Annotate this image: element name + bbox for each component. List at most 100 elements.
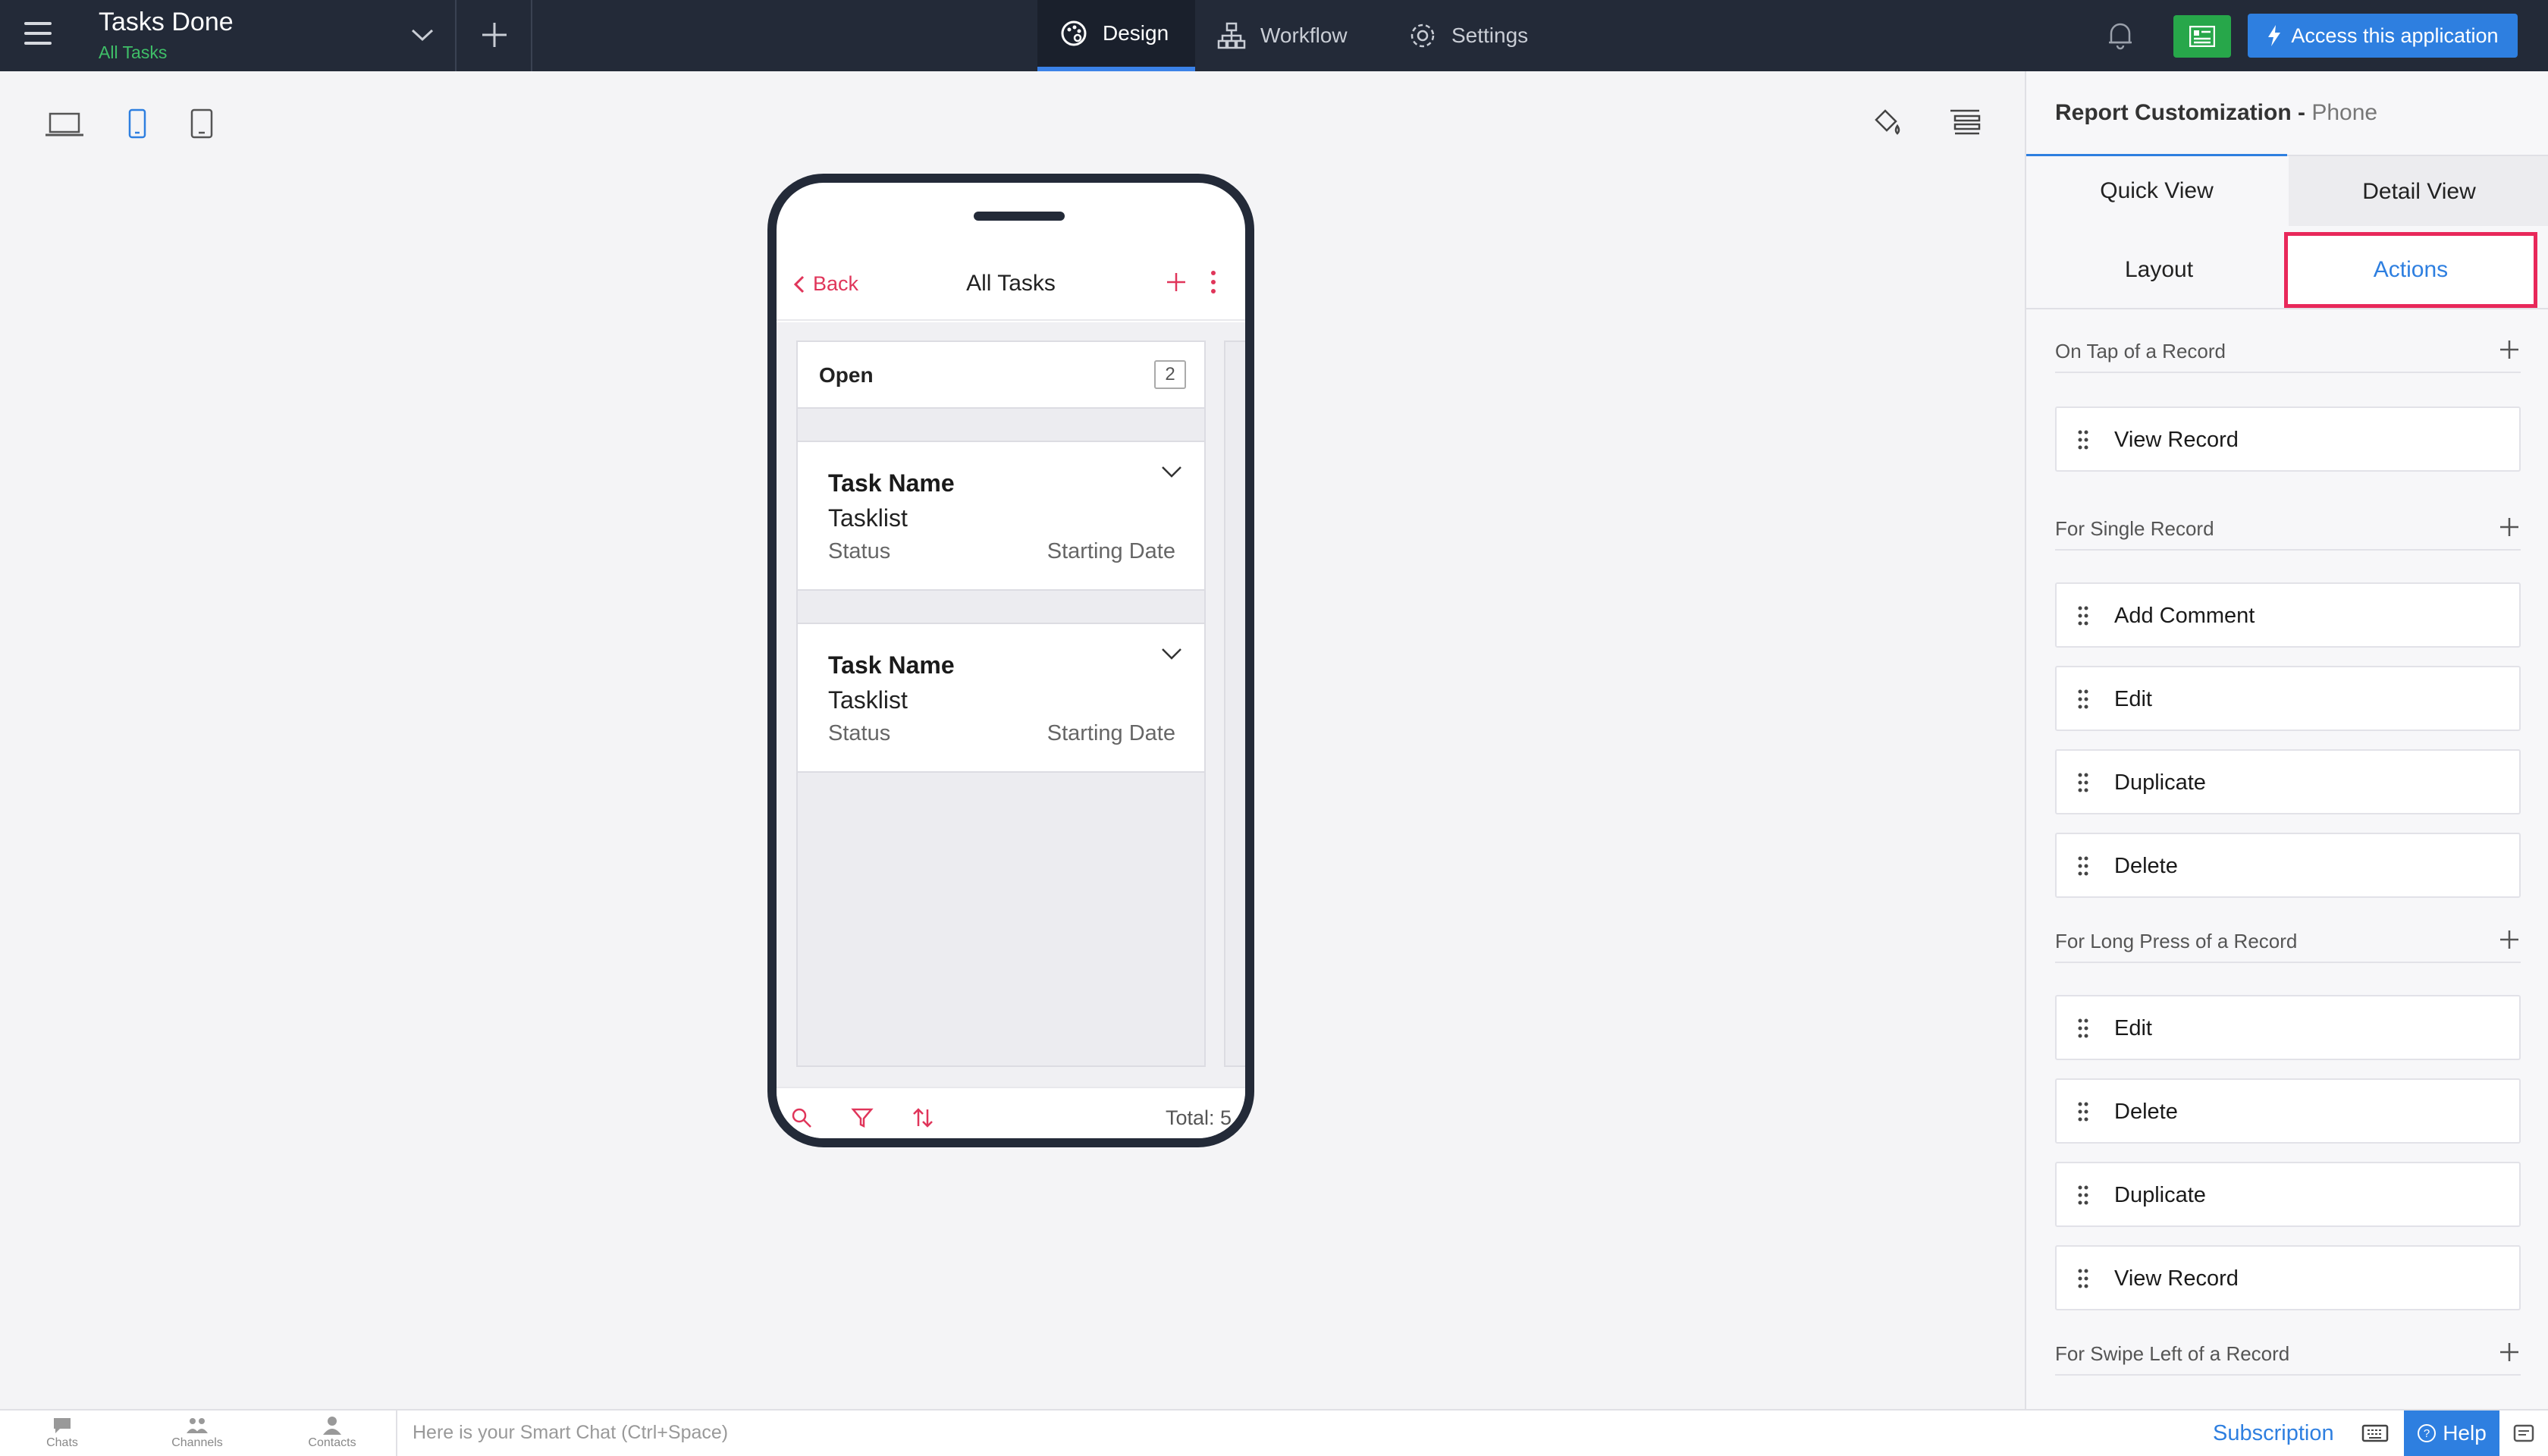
tab-settings-label: Settings bbox=[1451, 24, 1529, 47]
action-item[interactable]: Edit bbox=[2055, 666, 2521, 731]
task-status: Status bbox=[828, 721, 891, 745]
tab-detail-view[interactable]: Detail View bbox=[2289, 156, 2548, 228]
help-label: Help bbox=[2443, 1421, 2487, 1445]
action-item[interactable]: Delete bbox=[2055, 1078, 2521, 1144]
column-header: Open 2 bbox=[798, 342, 1204, 409]
phone-footer: Total: 5 bbox=[777, 1087, 1245, 1138]
more-options-icon[interactable] bbox=[1209, 269, 1218, 295]
top-bar: Tasks Done All Tasks Design Workflow Set… bbox=[0, 0, 2548, 71]
action-label: Delete bbox=[2114, 1100, 2178, 1124]
feedback-icon[interactable] bbox=[2512, 1421, 2536, 1445]
contacts-label: Contacts bbox=[308, 1436, 356, 1449]
chats-button[interactable]: Chats bbox=[17, 1415, 108, 1450]
help-button[interactable]: ? Help bbox=[2404, 1410, 2499, 1456]
action-label: Duplicate bbox=[2114, 1183, 2206, 1207]
design-canvas: Back All Tasks Open 2 Task Name Tasklist… bbox=[0, 71, 2025, 1409]
access-application-button[interactable]: Access this application bbox=[2248, 14, 2518, 58]
section-single-record: For Single Record bbox=[2055, 511, 2521, 551]
total-count: Total: 5 bbox=[1165, 1106, 1232, 1129]
task-list: Tasklist bbox=[828, 686, 908, 714]
phone-header: Back All Tasks bbox=[777, 251, 1245, 321]
tab-workflow[interactable]: Workflow bbox=[1216, 0, 1348, 71]
subscription-link[interactable]: Subscription bbox=[2213, 1421, 2334, 1446]
drag-handle-icon[interactable] bbox=[2078, 1101, 2088, 1122]
drag-handle-icon[interactable] bbox=[2078, 429, 2088, 450]
action-item[interactable]: View Record bbox=[2055, 1245, 2521, 1310]
laptop-icon[interactable] bbox=[44, 111, 85, 140]
chevron-down-icon[interactable] bbox=[410, 23, 435, 46]
add-action-icon[interactable] bbox=[2498, 338, 2521, 361]
palette-icon bbox=[1061, 20, 1087, 46]
task-date: Starting Date bbox=[1046, 721, 1175, 745]
tab-design[interactable]: Design bbox=[1037, 0, 1195, 71]
phone-notch bbox=[974, 212, 1065, 221]
add-icon[interactable] bbox=[478, 18, 511, 52]
search-icon[interactable] bbox=[790, 1106, 813, 1129]
add-record-icon[interactable] bbox=[1165, 271, 1188, 293]
workflow-icon bbox=[1217, 22, 1246, 49]
drag-handle-icon[interactable] bbox=[2078, 689, 2088, 710]
sub-tabs: Layout Actions bbox=[2026, 226, 2548, 309]
action-label: Add Comment bbox=[2114, 604, 2255, 628]
section-label: On Tap of a Record bbox=[2055, 340, 2226, 362]
drag-handle-icon[interactable] bbox=[2078, 855, 2088, 877]
drag-handle-icon[interactable] bbox=[2078, 605, 2088, 626]
kanban-column-open: Open 2 Task Name Tasklist Status Startin… bbox=[796, 340, 1206, 1067]
kanban-board: Open 2 Task Name Tasklist Status Startin… bbox=[777, 322, 1245, 1087]
section-on-tap: On Tap of a Record bbox=[2055, 334, 2521, 373]
action-item[interactable]: Duplicate bbox=[2055, 1162, 2521, 1227]
task-card[interactable]: Task Name Tasklist Status Starting Date bbox=[798, 441, 1204, 591]
task-status: Status bbox=[828, 539, 891, 563]
chevron-down-icon[interactable] bbox=[1160, 463, 1183, 480]
tab-actions[interactable]: Actions bbox=[2284, 232, 2537, 308]
hamburger-menu-icon[interactable] bbox=[24, 22, 52, 48]
add-action-icon[interactable] bbox=[2498, 516, 2521, 538]
sort-icon[interactable] bbox=[912, 1106, 934, 1129]
bell-icon[interactable] bbox=[2105, 18, 2135, 52]
phone-icon[interactable] bbox=[127, 108, 147, 140]
phone-preview: Back All Tasks Open 2 Task Name Tasklist… bbox=[767, 174, 1254, 1147]
drag-handle-icon[interactable] bbox=[2078, 1018, 2088, 1039]
action-item[interactable]: Add Comment bbox=[2055, 582, 2521, 648]
action-item[interactable]: Edit bbox=[2055, 995, 2521, 1060]
tab-quick-view[interactable]: Quick View bbox=[2026, 154, 2287, 225]
keyboard-icon[interactable] bbox=[2361, 1423, 2389, 1444]
report-view-button[interactable] bbox=[2173, 15, 2231, 58]
group-icon bbox=[187, 1418, 208, 1433]
smart-chat-input[interactable]: Here is your Smart Chat (Ctrl+Space) bbox=[396, 1410, 2140, 1456]
gear-icon bbox=[1410, 24, 1435, 48]
add-action-icon[interactable] bbox=[2498, 928, 2521, 951]
divider bbox=[455, 0, 457, 71]
action-item[interactable]: View Record bbox=[2055, 406, 2521, 472]
user-icon bbox=[323, 1417, 341, 1435]
action-item[interactable]: Delete bbox=[2055, 833, 2521, 898]
paint-bucket-icon[interactable] bbox=[1870, 106, 1903, 140]
lightning-icon bbox=[2268, 25, 2281, 46]
chevron-down-icon[interactable] bbox=[1160, 645, 1183, 662]
kanban-column-next bbox=[1224, 340, 1245, 1067]
channels-button[interactable]: Channels bbox=[152, 1415, 243, 1450]
tab-layout[interactable]: Layout bbox=[2032, 232, 2286, 308]
add-action-icon[interactable] bbox=[2498, 1341, 2521, 1363]
contacts-button[interactable]: Contacts bbox=[287, 1415, 378, 1450]
tab-settings[interactable]: Settings bbox=[1407, 0, 1528, 71]
question-icon: ? bbox=[2418, 1424, 2437, 1442]
divider bbox=[531, 0, 532, 71]
app-title[interactable]: Tasks Done bbox=[99, 8, 234, 37]
chat-bubble-icon bbox=[54, 1418, 71, 1433]
task-card[interactable]: Task Name Tasklist Status Starting Date bbox=[798, 623, 1204, 773]
action-item[interactable]: Duplicate bbox=[2055, 749, 2521, 814]
task-name: Task Name bbox=[828, 469, 955, 497]
chats-label: Chats bbox=[46, 1436, 78, 1449]
column-label: Open bbox=[819, 363, 874, 387]
tablet-icon[interactable] bbox=[190, 108, 214, 140]
drag-handle-icon[interactable] bbox=[2078, 1185, 2088, 1206]
panel-title: Report Customization - Phone bbox=[2055, 100, 2377, 126]
drag-handle-icon[interactable] bbox=[2078, 1268, 2088, 1289]
action-label: Edit bbox=[2114, 1016, 2152, 1040]
drag-handle-icon[interactable] bbox=[2078, 772, 2088, 793]
channels-label: Channels bbox=[171, 1436, 223, 1449]
filter-icon[interactable] bbox=[851, 1106, 874, 1129]
app-subtitle[interactable]: All Tasks bbox=[99, 42, 167, 63]
layout-settings-icon[interactable] bbox=[1949, 108, 1981, 136]
